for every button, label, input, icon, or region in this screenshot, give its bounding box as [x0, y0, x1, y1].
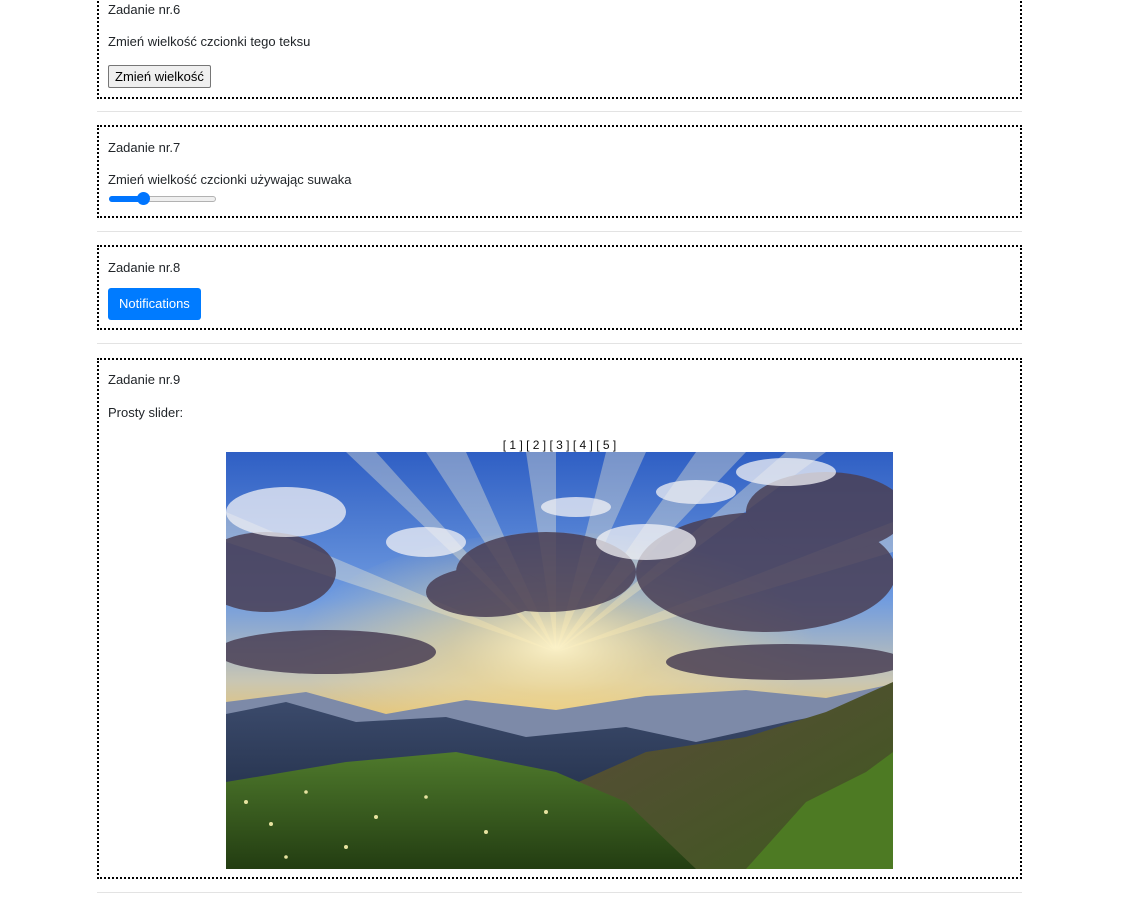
task-9-box: Zadanie nr.9 Prosty slider: [ 1 ] [ 2 ] …	[97, 358, 1022, 879]
task-7-box: Zadanie nr.7 Zmień wielkość czcionki uży…	[97, 125, 1022, 218]
slide-link-2[interactable]: [ 2 ]	[526, 438, 546, 452]
task-8-box: Zadanie nr.8 Notifications	[97, 245, 1022, 330]
slide-link-5[interactable]: [ 5 ]	[596, 438, 616, 452]
slide-link-3[interactable]: [ 3 ]	[549, 438, 569, 452]
task-9-text: Prosty slider:	[108, 405, 184, 420]
divider	[97, 111, 1022, 112]
notifications-button[interactable]: Notifications	[108, 288, 201, 320]
slide-link-1[interactable]: [ 1 ]	[503, 438, 523, 452]
task-7-title: Zadanie nr.7	[108, 140, 181, 155]
divider	[97, 343, 1022, 344]
mountain-sunset-image	[226, 452, 893, 869]
task-6-title: Zadanie nr.6	[108, 2, 181, 17]
divider	[97, 231, 1022, 232]
task-7-text: Zmień wielkość czcionki używając suwaka	[108, 172, 352, 187]
slider-nav: [ 1 ] [ 2 ] [ 3 ] [ 4 ] [ 5 ]	[99, 438, 1020, 452]
divider	[97, 892, 1022, 893]
task-6-text: Zmień wielkość czcionki tego teksu	[108, 34, 311, 49]
slide-link-4[interactable]: [ 4 ]	[573, 438, 593, 452]
task-9-title: Zadanie nr.9	[108, 372, 181, 387]
task-6-box: Zadanie nr.6 Zmień wielkość czcionki teg…	[97, 0, 1022, 99]
slider-thumb[interactable]	[137, 192, 151, 205]
font-size-slider[interactable]	[109, 191, 216, 205]
task-8-title: Zadanie nr.8	[108, 260, 181, 275]
change-size-button[interactable]: Zmień wielkość	[108, 65, 211, 88]
